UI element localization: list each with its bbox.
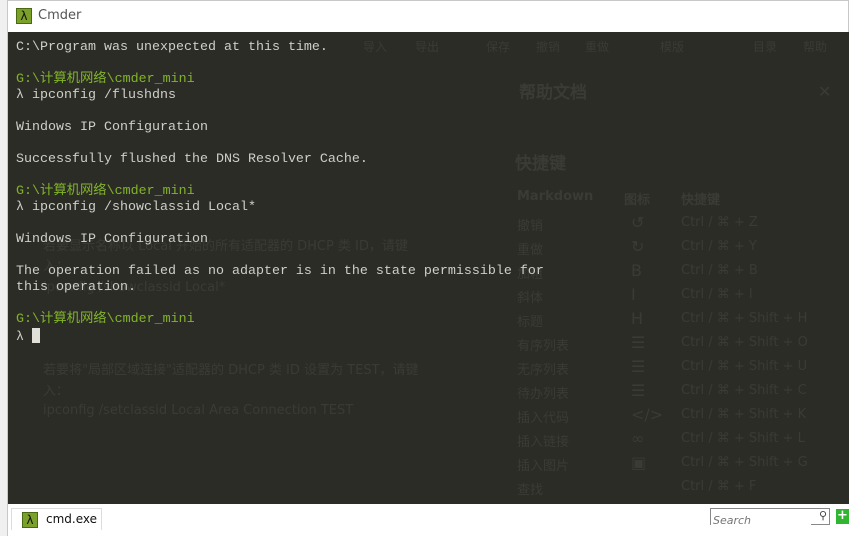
- bg-doc-line: 若要将"局部区域连接"适配器的 DHCP 类 ID 设置为 TEST，请键: [43, 363, 419, 378]
- bold-icon: B: [631, 261, 642, 280]
- terminal-line: Windows IP Configuration: [16, 232, 208, 247]
- bg-row-keys: Ctrl / ⌘ + F: [681, 479, 757, 494]
- heading-icon: H: [631, 309, 644, 328]
- ordered-list-icon: ☰: [631, 333, 646, 352]
- undo-icon: ↺: [631, 213, 645, 232]
- bg-column-header: 图标: [624, 193, 651, 208]
- bg-toolbar-label: 重做: [585, 40, 610, 54]
- bg-row-name: 查找: [517, 483, 544, 498]
- redo-icon: ↻: [631, 237, 645, 256]
- code-icon: </>: [631, 405, 664, 424]
- bg-row-name: 插入代码: [517, 411, 570, 426]
- bg-close-icon: ✕: [818, 82, 832, 101]
- lambda-icon: λ: [22, 512, 38, 528]
- search-icon[interactable]: ⚲: [819, 509, 827, 522]
- title-bar[interactable]: λ Cmder: [8, 1, 848, 32]
- prompt-symbol: λ: [16, 330, 32, 345]
- window-title: Cmder: [38, 8, 82, 23]
- status-bar: λ cmd.exe ⚲ +: [8, 504, 849, 536]
- bg-row-keys: Ctrl / ⌘ + I: [681, 287, 753, 302]
- bg-row-keys: Ctrl / ⌘ + Shift + K: [681, 407, 807, 422]
- image-icon: ▣: [631, 453, 647, 472]
- cmder-window: λ Cmder 导入 导出 保存 撤销 重做 模版 目录 帮助 帮助文档 ✕ 快捷键 Markdown…: [7, 0, 849, 536]
- bg-row-keys: Ctrl / ⌘ + Shift + U: [681, 359, 808, 374]
- terminal-line: G:\计算机网络\cmder_mini: [16, 184, 195, 199]
- search-input[interactable]: [711, 513, 811, 528]
- bg-toolbar-label: 模版: [660, 40, 685, 54]
- search-box: ⚲: [710, 508, 830, 528]
- bg-row-name: 插入图片: [517, 459, 570, 474]
- bg-row-keys: Ctrl / ⌘ + Shift + O: [681, 335, 808, 350]
- todo-list-icon: ☰: [631, 381, 646, 400]
- bg-doc-line: 入：: [43, 384, 70, 399]
- bg-column-header: 快捷键: [681, 193, 721, 208]
- italic-icon: I: [631, 285, 636, 304]
- terminal-line: Windows IP Configuration: [16, 120, 208, 135]
- bg-row-keys: Ctrl / ⌘ + Shift + C: [681, 383, 807, 398]
- bg-doc-line: ipconfig /setclassid Local Area Connecti…: [43, 403, 354, 418]
- terminal-output: C:\Program was unexpected at this time. G…: [16, 40, 544, 345]
- link-icon: ∞: [631, 429, 645, 448]
- terminal-line: λ ipconfig /flushdns: [16, 88, 176, 103]
- terminal-line: λ ipconfig /showclassid Local*: [16, 200, 256, 215]
- bg-row-name: 待办列表: [517, 387, 570, 402]
- tab-label: cmd.exe: [46, 512, 98, 526]
- bg-row-keys: Ctrl / ⌘ + Shift + H: [681, 311, 808, 326]
- bg-row-keys: Ctrl / ⌘ + Z: [681, 215, 758, 230]
- bg-row-keys: Ctrl / ⌘ + Shift + G: [681, 455, 808, 470]
- bg-row-keys: Ctrl / ⌘ + Shift + L: [681, 431, 805, 446]
- terminal-line: C:\Program was unexpected at this time.: [16, 40, 328, 55]
- bg-row-keys: Ctrl / ⌘ + B: [681, 263, 758, 278]
- terminal-line: G:\计算机网络\cmder_mini: [16, 72, 195, 87]
- bg-row-name: 插入链接: [517, 435, 570, 450]
- text-cursor: [32, 328, 40, 343]
- terminal-line: this operation.: [16, 280, 136, 295]
- terminal-area[interactable]: 导入 导出 保存 撤销 重做 模版 目录 帮助 帮助文档 ✕ 快捷键 Markdown 图标 快捷键 撤销 ↺…: [8, 32, 849, 504]
- bg-toolbar-label: 帮助: [803, 40, 828, 54]
- terminal-line: Successfully flushed the DNS Resolver Ca…: [16, 152, 368, 167]
- unordered-list-icon: ☰: [631, 357, 646, 376]
- terminal-line: The operation failed as no adapter is in…: [16, 264, 544, 279]
- bg-toolbar-label: 目录: [753, 40, 778, 54]
- bg-row-keys: Ctrl / ⌘ + Y: [681, 239, 757, 254]
- prompt-line[interactable]: λ: [16, 328, 544, 345]
- bg-row-name: 无序列表: [517, 363, 570, 378]
- plus-icon[interactable]: +: [836, 509, 849, 524]
- lambda-icon: λ: [16, 8, 32, 24]
- terminal-line: G:\计算机网络\cmder_mini: [16, 312, 195, 327]
- tab-cmd[interactable]: λ cmd.exe: [11, 508, 102, 530]
